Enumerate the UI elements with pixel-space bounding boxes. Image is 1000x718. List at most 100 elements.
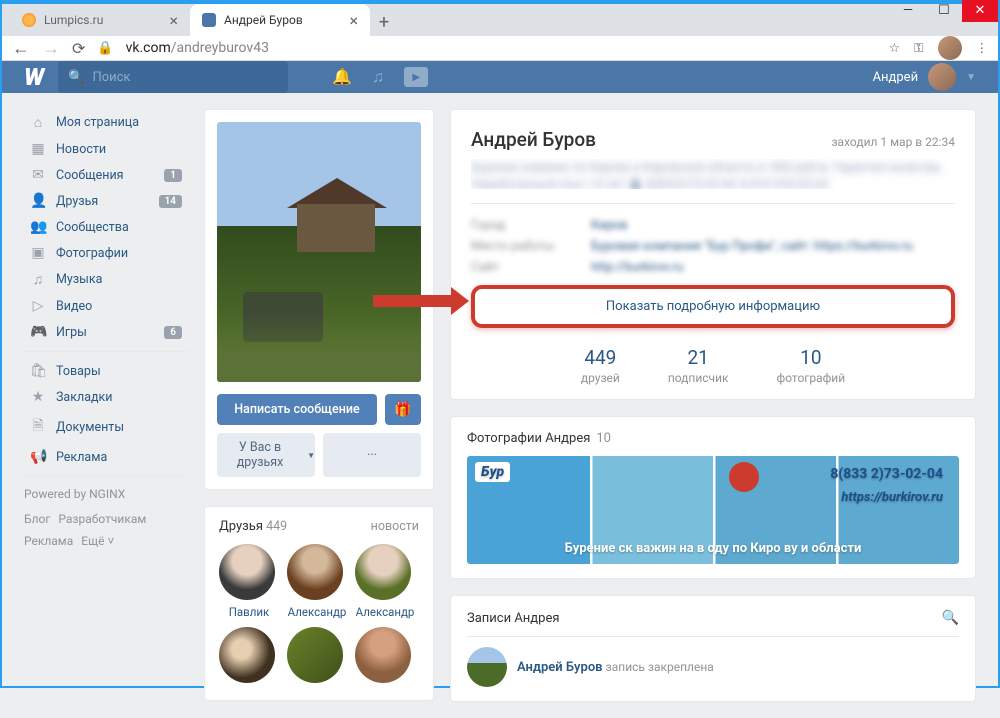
photo-phone: 8(833 2)73-02-04 (830, 466, 943, 482)
menu-icon[interactable]: ⋮ (976, 40, 989, 56)
avatar (928, 63, 956, 91)
sidebar-item[interactable]: ▷Видео (24, 293, 188, 319)
sidebar-powered: Powered by NGINX (24, 487, 188, 501)
user-menu[interactable]: Андрей ▼ (873, 63, 976, 91)
sidebar-link[interactable]: Ещё ˅ (81, 531, 114, 553)
nav-icon: 📢 (30, 449, 46, 465)
avatar (355, 544, 411, 600)
notifications-icon[interactable]: 🔔 (332, 67, 352, 87)
nav-icon: ★ (30, 389, 46, 405)
music-icon[interactable]: ♫ (372, 67, 384, 87)
nav-icon: ▦ (30, 141, 46, 157)
close-icon[interactable]: × (169, 11, 178, 30)
friend-status-button[interactable]: У Вас в друзьях ▼ (217, 433, 315, 477)
sidebar-item[interactable]: 👥Сообщества (24, 214, 188, 240)
badge: 14 (159, 195, 182, 208)
counter[interactable]: 21подписчик (668, 346, 729, 385)
address-bar: ← → ⟳ 🔒 vk.com/andreyburov43 ☆ ⚿ ⋮ (2, 36, 998, 61)
write-message-button[interactable]: Написать сообщение (217, 394, 377, 425)
sidebar-link[interactable]: Блог (24, 509, 50, 531)
sidebar-item[interactable]: ▦Новости (24, 136, 188, 162)
phone-icon (729, 462, 759, 492)
nav-icon: ♫ (30, 271, 46, 288)
info-row: Сайтhttp://burkirov.ru (471, 260, 955, 275)
sidebar-item[interactable]: ★Закладки (24, 384, 188, 410)
minimize-button[interactable]: — (890, 0, 926, 22)
annotation-arrow (373, 295, 453, 307)
sidebar-item[interactable]: ✉Сообщения1 (24, 162, 188, 188)
maximize-button[interactable]: ☐ (926, 0, 962, 22)
photos-card: Фотографии Андрея 10 Бур 8(833 2)73-02-0… (450, 416, 976, 579)
url-field[interactable]: vk.com/andreyburov43 (126, 40, 877, 56)
nav-icon: ⌂ (30, 114, 46, 131)
gift-button[interactable]: 🎁 (385, 394, 421, 425)
friend-item[interactable]: Павлик (219, 544, 279, 619)
info-row: Место работыБуровая компания "Бур Профи"… (471, 239, 955, 254)
sidebar-item[interactable]: 🛍Товары (24, 358, 188, 384)
nav-icon: 🛍 (30, 363, 46, 379)
divider (24, 476, 188, 477)
lock-icon[interactable]: 🔒 (97, 41, 113, 56)
browser-profile-avatar[interactable] (938, 36, 962, 60)
avatar (287, 627, 343, 683)
badge: 1 (164, 169, 182, 182)
photos-title[interactable]: Фотографии Андрея (467, 431, 590, 446)
star-icon[interactable]: ☆ (889, 40, 900, 56)
friends-news-link[interactable]: новости (371, 519, 419, 534)
friend-item[interactable] (287, 627, 347, 688)
info-row: ГородКиров (471, 218, 955, 233)
sidebar-item[interactable]: 👤Друзья14 (24, 188, 188, 214)
friend-item[interactable] (355, 627, 415, 688)
sidebar-item[interactable]: 🗎Документы (24, 410, 188, 444)
sidebar-item[interactable]: ⌂Моя страница (24, 109, 188, 136)
play-icon[interactable]: ▶ (404, 67, 428, 87)
profile-name: Андрей Буров (471, 128, 596, 151)
sidebar-link[interactable]: Реклама (24, 531, 73, 553)
reload-button[interactable]: ⟳ (72, 39, 85, 58)
new-tab-button[interactable]: + (370, 8, 398, 36)
sidebar: ⌂Моя страница▦Новости✉Сообщения1👤Друзья1… (24, 109, 188, 552)
more-button[interactable]: ··· (323, 433, 421, 477)
avatar (355, 627, 411, 683)
sidebar-item[interactable]: 🎮Игры6 (24, 319, 188, 345)
profile-status[interactable]: Бурение скважин по Кирову и Кировской об… (471, 159, 955, 189)
forward-button[interactable]: → (42, 38, 60, 59)
show-details-link[interactable]: Показать подробную информацию (606, 299, 820, 314)
vk-header: W 🔍 Поиск 🔔 ♫ ▶ Андрей ▼ (2, 61, 998, 93)
nav-icon: 🎮 (30, 324, 46, 340)
friend-item[interactable] (219, 627, 279, 688)
sidebar-item[interactable]: 📢Реклама (24, 444, 188, 470)
favicon-icon (22, 13, 36, 27)
sidebar-item[interactable]: ▣Фотографии (24, 240, 188, 266)
tab-vk-profile[interactable]: Андрей Буров × (190, 4, 370, 36)
friend-item[interactable]: Александр (287, 544, 347, 619)
search-input[interactable]: 🔍 Поиск (58, 61, 288, 93)
key-icon[interactable]: ⚿ (914, 41, 924, 56)
back-button[interactable]: ← (12, 38, 30, 59)
close-icon[interactable]: × (349, 11, 358, 30)
divider (24, 351, 188, 352)
search-icon[interactable]: 🔍 (942, 610, 959, 626)
window-close-button[interactable]: ✕ (962, 0, 998, 22)
chevron-down-icon: ▼ (307, 451, 315, 460)
tab-lumpics[interactable]: Lumpics.ru × (10, 4, 190, 36)
friend-item[interactable]: Александр (355, 544, 415, 619)
post-pinned: запись закреплена (606, 660, 714, 674)
wall-post[interactable]: Андрей Буров запись закреплена (467, 647, 959, 687)
counter[interactable]: 449друзей (581, 346, 620, 385)
wall-title[interactable]: Записи Андрея (467, 611, 559, 626)
tab-bar: Lumpics.ru × Андрей Буров × + — ☐ ✕ (2, 4, 998, 36)
wall-card: Записи Андрея 🔍 Андрей Буров запись закр… (450, 595, 976, 702)
post-author[interactable]: Андрей Буров (517, 660, 603, 675)
friends-card: Друзья 449 новости ПавликАлександрАлекса… (204, 506, 434, 701)
sidebar-item[interactable]: ♫Музыка (24, 266, 188, 293)
counter[interactable]: 10фотографий (777, 346, 846, 385)
vk-logo[interactable]: W (24, 63, 42, 91)
profile-info-card: Андрей Буров заходил 1 мар в 22:34 Бурен… (450, 109, 976, 400)
photos-strip[interactable]: Бур 8(833 2)73-02-04 https://burkirov.ru… (467, 456, 959, 564)
profile-photo[interactable] (217, 122, 421, 382)
sidebar-link[interactable]: Разработчикам (58, 509, 146, 531)
nav-icon: ▣ (30, 245, 46, 261)
last-seen: заходил 1 мар в 22:34 (831, 135, 955, 149)
friends-title[interactable]: Друзья (219, 519, 263, 534)
